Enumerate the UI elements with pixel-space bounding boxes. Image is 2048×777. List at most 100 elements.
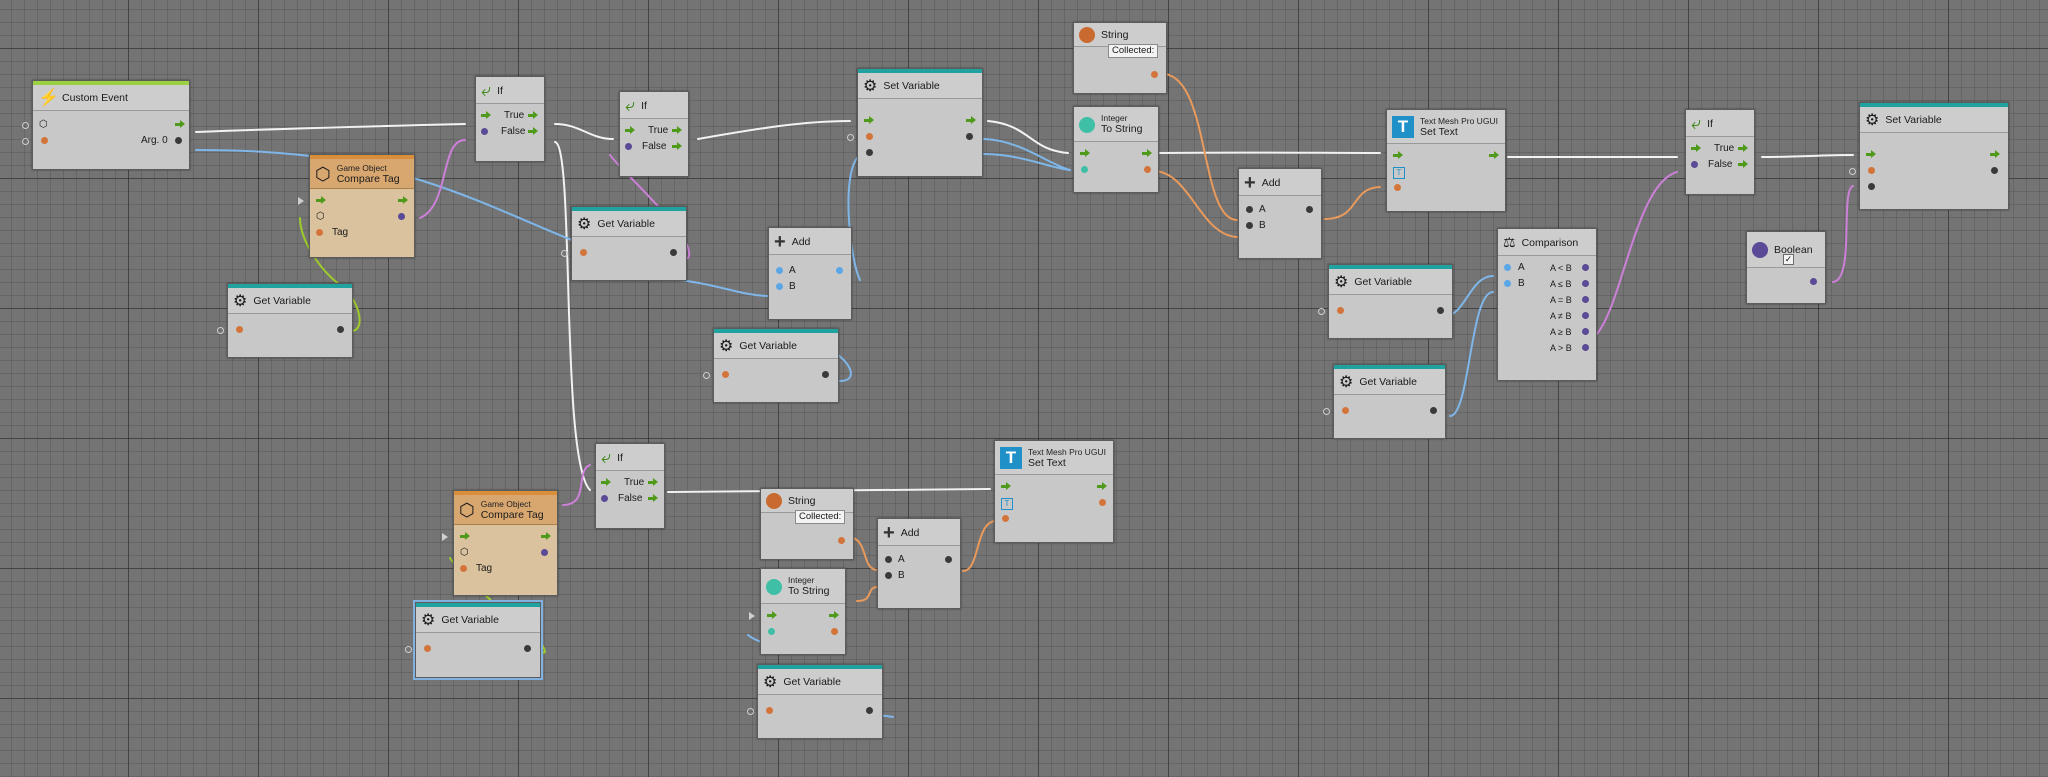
flow-input-arrow-icon[interactable] [864,116,874,125]
integer-to-string-node[interactable]: Integer To String [1073,106,1159,193]
flow-input-arrow-icon[interactable] [1866,150,1876,159]
input-port-ghost[interactable] [703,372,710,379]
input-port-b[interactable] [1246,222,1253,229]
if-node[interactable]: ⤶ If True False [475,76,545,162]
output-port[interactable] [966,133,973,140]
input-port-ghost[interactable] [1849,168,1856,175]
input-port-ghost[interactable] [442,533,448,541]
get-variable-node[interactable]: ⚙ Get Variable [217,283,353,358]
flow-output-arrow-icon[interactable] [1738,160,1748,169]
input-port-a[interactable] [1246,206,1253,213]
output-port[interactable] [1437,307,1444,314]
string-node[interactable]: String Collected: [1073,22,1167,94]
string-value-field[interactable]: Collected: [1108,44,1159,58]
input-port-ghost[interactable] [22,138,29,145]
input-port-ghost[interactable] [747,708,754,715]
add-node[interactable]: + Add A B [877,518,961,609]
flow-output-arrow-icon[interactable] [398,196,408,205]
output-port[interactable] [1151,71,1158,78]
flow-input-arrow-icon[interactable] [1001,482,1011,491]
input-port-ghost[interactable] [847,134,854,141]
flow-input-arrow-icon[interactable] [460,532,470,541]
output-port[interactable] [1582,264,1589,271]
input-port-a[interactable] [885,556,892,563]
input-port[interactable] [460,565,467,572]
input-port-ghost[interactable] [749,612,755,620]
input-port-ghost[interactable] [405,646,412,653]
input-port-ghost[interactable] [561,250,568,257]
output-port[interactable] [945,556,952,563]
input-port-a[interactable] [776,267,783,274]
flow-output-arrow-icon[interactable] [966,116,976,125]
output-port[interactable] [1582,328,1589,335]
output-port[interactable] [524,645,531,652]
input-port[interactable] [424,645,431,652]
output-port[interactable] [1582,296,1589,303]
flow-input-arrow-icon[interactable] [316,196,326,205]
add-node[interactable]: + Add A B [768,227,852,320]
input-port[interactable] [1342,407,1349,414]
if-node[interactable]: ⤶ If True False [619,91,689,177]
compare-tag-node[interactable]: ⬡ Game Object Compare Tag ⬡ Tag [298,154,415,258]
integer-to-string-node[interactable]: Integer To String [749,568,846,655]
output-port[interactable] [1430,407,1437,414]
input-port-ghost[interactable] [22,122,29,129]
flow-output-arrow-icon[interactable] [1142,149,1152,158]
boolean-checkbox[interactable]: ✓ [1783,254,1794,265]
boolean-node[interactable]: Boolean ✓ [1746,231,1826,304]
output-port[interactable] [866,707,873,714]
output-port[interactable] [1991,167,1998,174]
flow-output-arrow-icon[interactable] [672,126,682,135]
flow-output-arrow-icon[interactable] [541,532,551,541]
input-port-ghost[interactable] [217,327,224,334]
input-port[interactable] [766,707,773,714]
flow-output-arrow-icon[interactable] [1489,151,1499,160]
input-port[interactable] [236,326,243,333]
output-port[interactable] [1582,280,1589,287]
input-port-ghost[interactable] [298,197,304,205]
input-port[interactable] [601,495,608,502]
input-port-b[interactable] [776,283,783,290]
input-port-b[interactable] [1504,280,1511,287]
input-port[interactable] [866,133,873,140]
output-port[interactable] [1582,344,1589,351]
output-port[interactable] [1306,206,1313,213]
get-variable-node[interactable]: ⚙ Get Variable [561,206,687,281]
flow-input-arrow-icon[interactable] [1080,149,1090,158]
get-variable-node[interactable]: ⚙ Get Variable [405,600,543,680]
if-node[interactable]: ⤶ If True False [595,443,665,529]
output-port[interactable] [1810,278,1817,285]
get-variable-node[interactable]: ⚙ Get Variable [747,664,883,739]
compare-tag-node[interactable]: ⬡ Game Object Compare Tag ⬡ Tag [442,490,558,596]
input-port[interactable] [41,137,48,144]
string-node[interactable]: String Collected: [760,488,854,560]
flow-input-arrow-icon[interactable] [601,478,611,487]
custom-event-node[interactable]: ⚡ Custom Event ⬡ Arg. 0 [22,80,190,170]
input-port[interactable] [316,229,323,236]
output-port[interactable] [831,628,838,635]
output-port[interactable] [541,549,548,556]
string-value-field[interactable]: Collected: [795,510,846,524]
flow-output-arrow-icon[interactable] [829,611,839,620]
flow-output-arrow-icon[interactable] [672,142,682,151]
output-port[interactable] [1144,166,1151,173]
input-port[interactable] [1337,307,1344,314]
set-variable-node[interactable]: ⚙ Set Variable [847,68,983,177]
flow-input-arrow-icon[interactable] [481,111,491,120]
set-text-node[interactable]: T Text Mesh Pro UGUI Set Text T [1386,109,1506,212]
flow-output-arrow-icon[interactable] [1097,482,1107,491]
input-port[interactable] [1868,167,1875,174]
flow-input-arrow-icon[interactable] [767,611,777,620]
flow-output-arrow-icon[interactable] [648,478,658,487]
output-port[interactable] [398,213,405,220]
flow-output-arrow-icon[interactable] [528,111,538,120]
set-variable-node[interactable]: ⚙ Set Variable [1849,102,2009,210]
input-port[interactable] [1002,515,1009,522]
get-variable-node[interactable]: ⚙ Get Variable [1318,264,1453,339]
output-port[interactable] [670,249,677,256]
output-port[interactable] [836,267,843,274]
input-port[interactable] [1394,184,1401,191]
add-node[interactable]: + Add A B [1238,168,1322,259]
input-port[interactable] [768,628,775,635]
input-port-ghost[interactable] [1318,308,1325,315]
